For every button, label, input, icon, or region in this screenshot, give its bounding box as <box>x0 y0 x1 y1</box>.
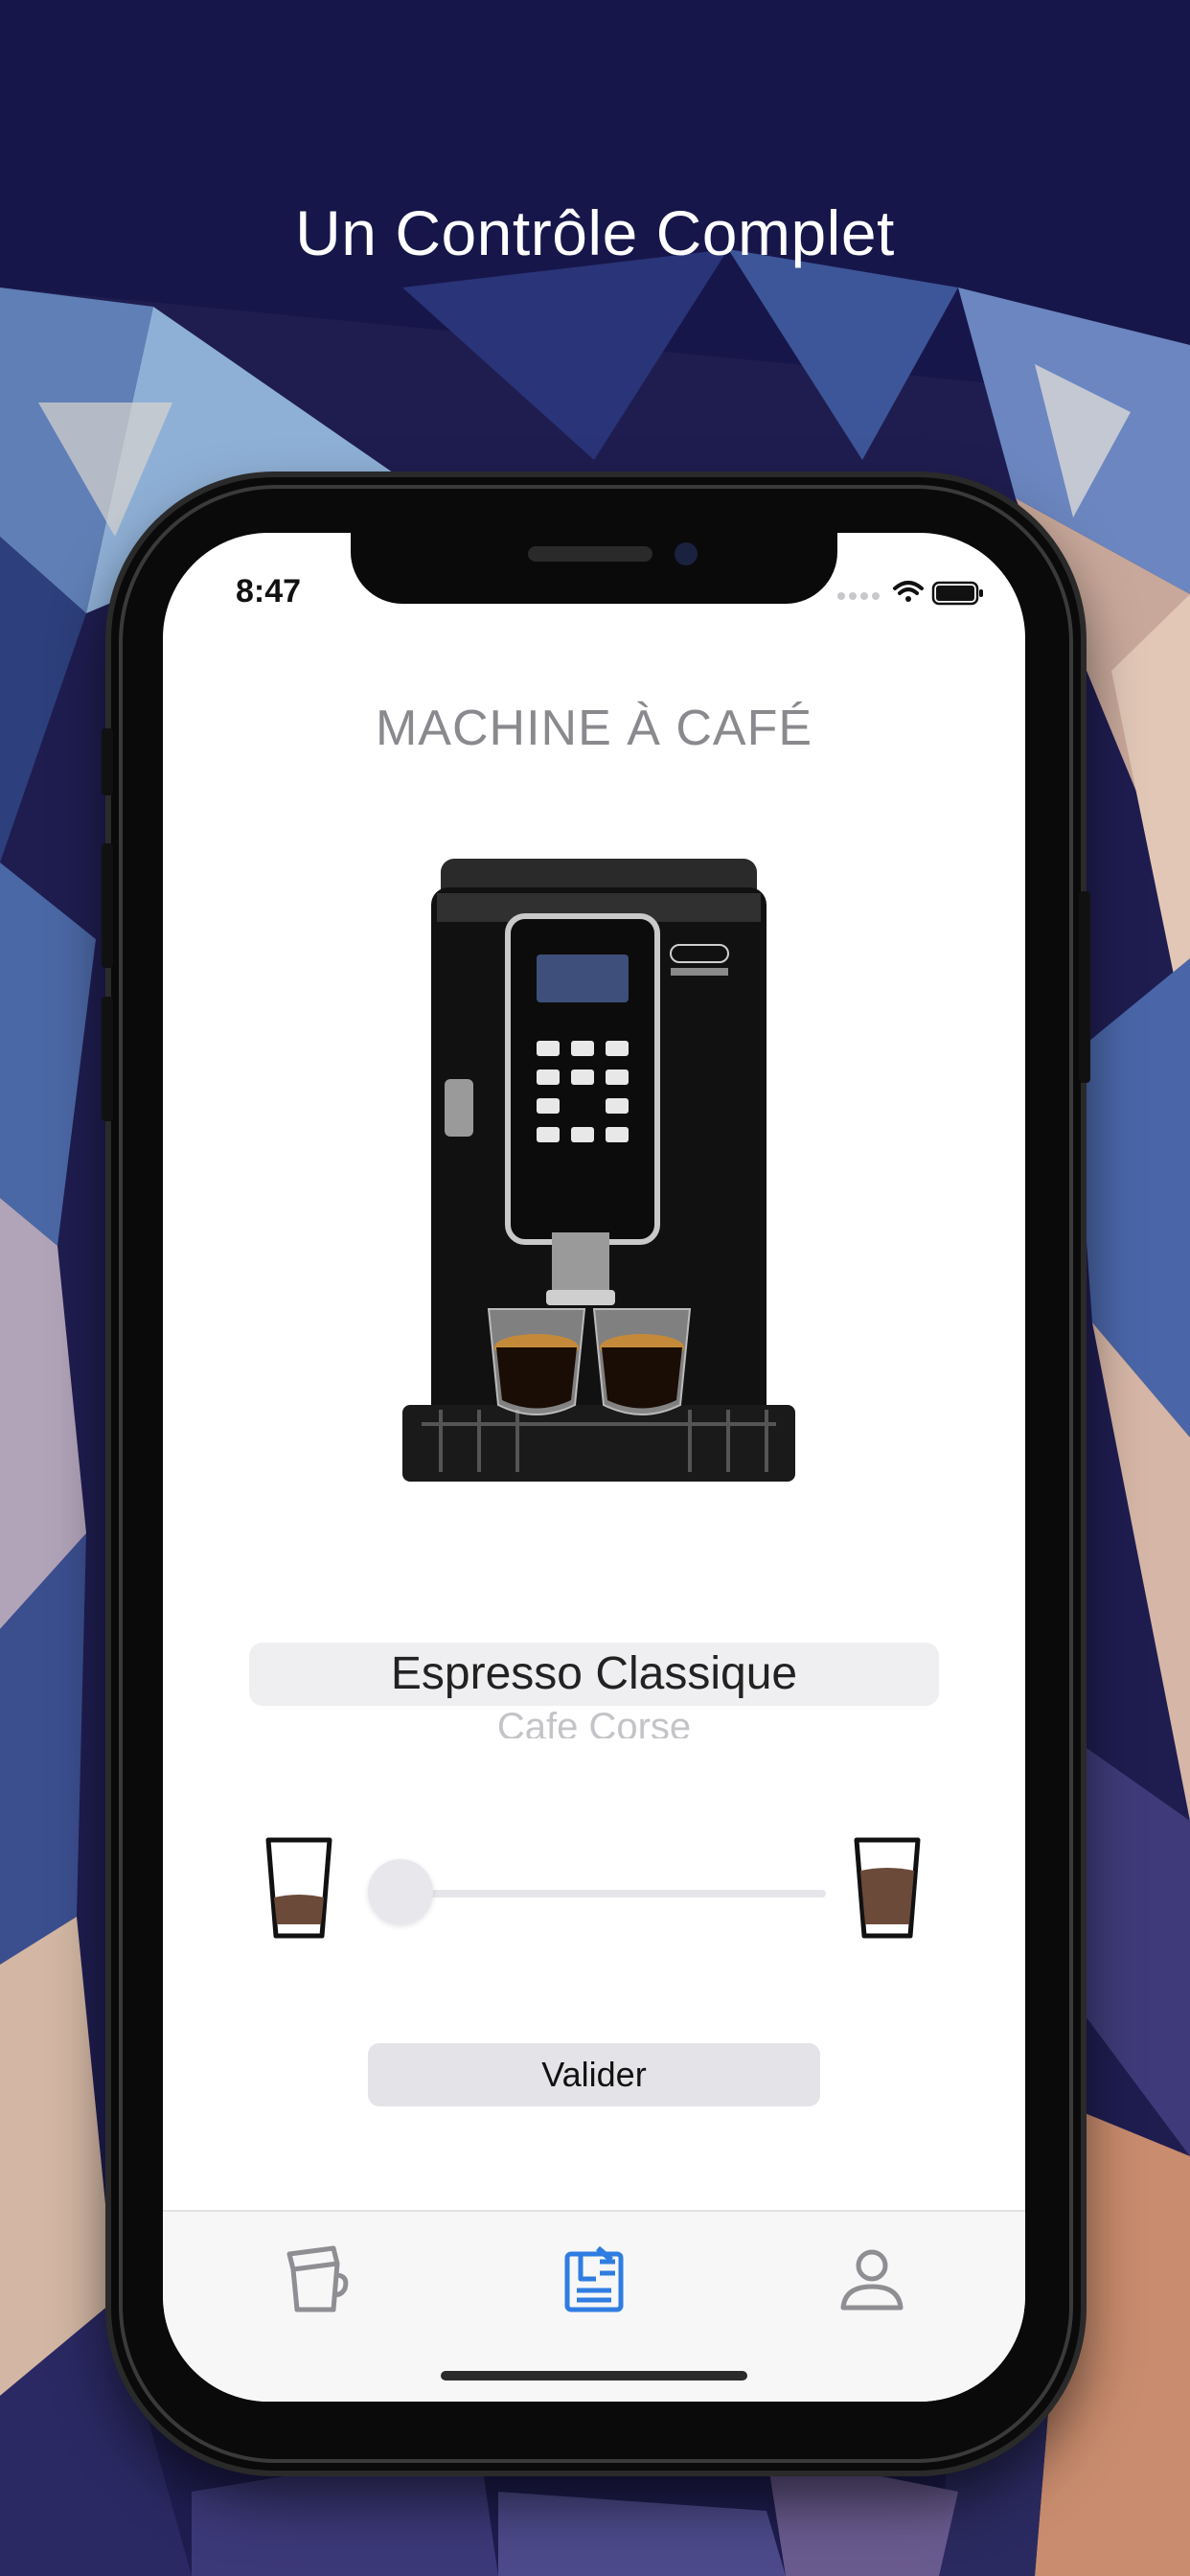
machine-settings-icon <box>564 2245 624 2312</box>
coffee-machine-image <box>402 859 795 1482</box>
speaker <box>528 546 652 562</box>
phone-power-button <box>1079 891 1090 1083</box>
profile-icon <box>840 2249 904 2311</box>
app-screen: 8:47 MACHINE À CAFÉ Espresso Classique C… <box>163 533 1025 2402</box>
tab-profile[interactable] <box>834 2241 910 2317</box>
small-cup-icon <box>265 1837 332 1939</box>
status-icons <box>837 581 983 606</box>
beverage-picker-next-option[interactable]: Cafe Corse <box>163 1700 1025 1738</box>
phone-volume-down <box>102 997 113 1121</box>
phone-volume-up <box>102 843 113 968</box>
wifi-icon <box>893 581 924 602</box>
tab-machine[interactable] <box>556 2241 632 2317</box>
validate-button[interactable]: Valider <box>368 2043 820 2106</box>
signal-icon <box>837 592 880 600</box>
front-camera <box>675 542 698 565</box>
cup-icon <box>286 2245 349 2312</box>
size-slider-track[interactable] <box>372 1890 826 1898</box>
headline: Un Contrôle Complet <box>295 197 895 268</box>
notch <box>351 533 837 604</box>
home-indicator[interactable] <box>441 2371 747 2380</box>
battery-icon <box>931 581 983 606</box>
beverage-picker-selected[interactable]: Espresso Classique <box>163 1644 1025 1704</box>
status-time: 8:47 <box>236 573 302 610</box>
phone-silent-switch <box>102 728 113 795</box>
tab-cup[interactable] <box>276 2241 353 2317</box>
large-cup-icon <box>854 1837 921 1939</box>
size-slider-thumb[interactable] <box>368 1859 433 1924</box>
page-title: MACHINE À CAFÉ <box>375 701 813 756</box>
